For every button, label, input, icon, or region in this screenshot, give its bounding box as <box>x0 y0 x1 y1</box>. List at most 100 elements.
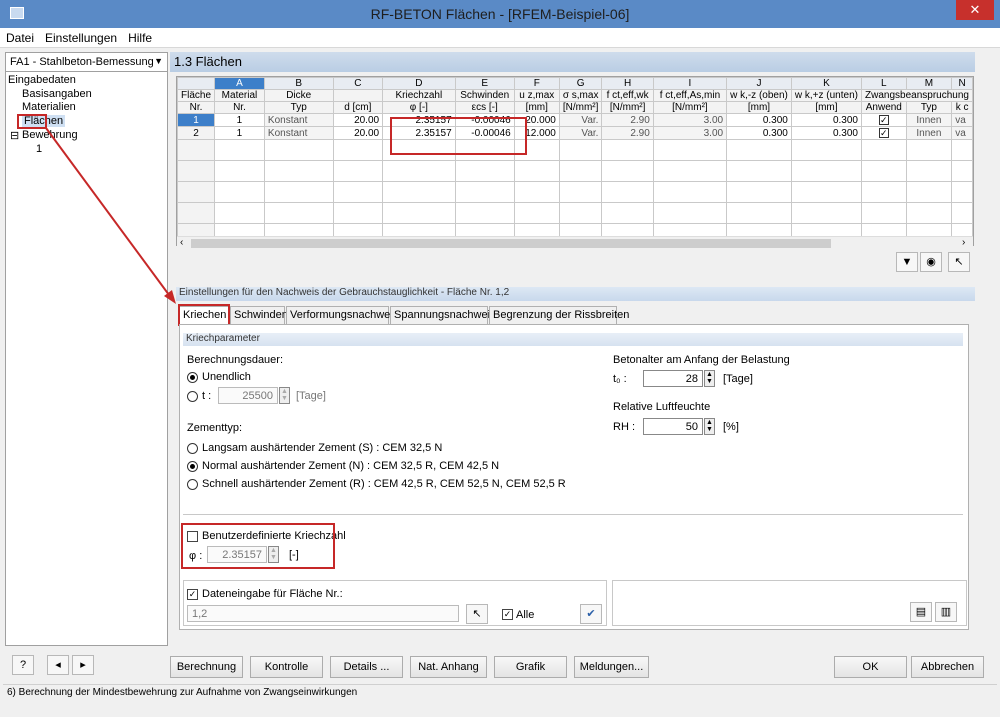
table-cell[interactable]: 2.90 <box>601 126 654 140</box>
table-row[interactable]: 2 1 Konstant 20.00 2.35157 -0.00046 12.0… <box>177 126 973 140</box>
abbrechen-button[interactable]: Abbrechen <box>911 656 984 678</box>
checkbox-cell[interactable]: ✓ <box>860 126 907 140</box>
table-cell[interactable]: Var. <box>558 126 603 140</box>
col-letter[interactable]: J <box>726 77 792 90</box>
anwend-checkbox[interactable]: ✓ <box>878 114 889 125</box>
col-letter[interactable]: K <box>790 77 862 90</box>
col-letter[interactable]: D <box>382 77 456 90</box>
radio-zement-s[interactable] <box>187 443 198 454</box>
horizontal-scrollbar[interactable]: ‹ › <box>177 236 973 249</box>
header-cell: Anwend <box>860 101 907 114</box>
next-icon[interactable]: ▸ <box>72 655 94 675</box>
tree-item-bewehrung[interactable]: Bewehrung <box>22 129 78 141</box>
radio-zement-n[interactable] <box>187 461 198 472</box>
pick-icon[interactable]: ↖ <box>466 604 488 624</box>
tree-item-materialien[interactable]: Materialien <box>22 101 76 113</box>
filter-icon[interactable]: ▼ <box>896 252 918 272</box>
menu-einstellungen[interactable]: Einstellungen <box>39 28 122 45</box>
col-letter[interactable]: E <box>454 77 515 90</box>
scroll-right-icon[interactable]: › <box>962 237 965 248</box>
case-select[interactable]: FA1 - Stahlbeton-Bemessung ▼ <box>6 53 167 72</box>
table-row[interactable]: 1 1 Konstant 20.00 2.35157 -0.00046 20.0… <box>177 113 973 127</box>
details-button[interactable]: Details ... <box>330 656 403 678</box>
table-cell[interactable]: 2.90 <box>601 113 654 127</box>
table-cell[interactable]: 1 <box>214 126 265 140</box>
col-letter[interactable]: C <box>332 77 384 90</box>
import-icon[interactable]: ▤ <box>910 602 932 622</box>
scroll-left-icon[interactable]: ‹ <box>180 237 183 248</box>
tree-item-bewehrung-1[interactable]: 1 <box>36 143 42 155</box>
table-cell[interactable]: 3.00 <box>652 113 728 127</box>
col-letter[interactable]: M <box>905 77 953 90</box>
col-letter[interactable]: F <box>513 77 560 90</box>
table-cell[interactable]: Var. <box>558 113 603 127</box>
tree-root[interactable]: Eingabedaten <box>8 74 76 86</box>
tab-verformungsnachweis[interactable]: Verformungsnachweis <box>286 306 398 324</box>
ok-button[interactable]: OK <box>834 656 907 678</box>
header-cell: [N/mm²] <box>652 101 728 114</box>
t-stepper[interactable]: ▲ ▼ <box>279 387 290 404</box>
table-row-empty <box>177 181 973 203</box>
view-icon[interactable]: ◉ <box>920 252 942 272</box>
apply-check-icon[interactable]: ✔ <box>580 604 602 624</box>
alle-checkbox[interactable]: ✓ <box>502 609 513 620</box>
col-letter[interactable]: G <box>558 77 603 90</box>
col-letter[interactable]: B <box>263 77 334 90</box>
table-cell[interactable]: Konstant <box>263 113 334 127</box>
anwend-checkbox[interactable]: ✓ <box>878 127 889 138</box>
tree-item-basisangaben[interactable]: Basisangaben <box>22 88 92 100</box>
menu-datei[interactable]: Datei <box>0 28 39 45</box>
row-number[interactable]: 1 <box>177 113 216 127</box>
tab-spannungsnachweis[interactable]: Spannungsnachweis <box>390 306 496 324</box>
close-button[interactable]: ✕ <box>956 0 994 20</box>
table-cell[interactable]: Innen <box>905 113 953 127</box>
table-cell[interactable]: va <box>951 126 973 140</box>
table-cell[interactable]: va <box>951 113 973 127</box>
scroll-thumb[interactable] <box>191 239 831 248</box>
table-cell[interactable]: 3.00 <box>652 126 728 140</box>
menu-hilfe[interactable]: Hilfe <box>122 28 157 45</box>
col-letter[interactable]: N <box>951 77 973 90</box>
tab-rissbreiten[interactable]: Begrenzung der Rissbreiten <box>489 306 629 324</box>
table-cell[interactable]: 0.300 <box>726 126 792 140</box>
dateneingabe-checkbox[interactable]: ✓ <box>187 589 198 600</box>
grafik-button[interactable]: Grafik <box>494 656 567 678</box>
help-icon[interactable]: ? <box>12 655 34 675</box>
dateneingabe-label: Dateneingabe für Fläche Nr.: <box>202 588 343 600</box>
table-cell[interactable]: 20.00 <box>332 113 384 127</box>
kontrolle-button[interactable]: Kontrolle <box>250 656 323 678</box>
t0-input[interactable]: 28 <box>643 370 703 387</box>
tree-expand-icon[interactable]: ⊟ <box>10 129 19 142</box>
row-number[interactable]: 2 <box>177 126 216 140</box>
flaeche-nr-input[interactable]: 1,2 <box>187 605 459 622</box>
checkbox-cell[interactable]: ✓ <box>860 113 907 127</box>
rh-stepper[interactable]: ▲ ▼ <box>704 418 715 435</box>
table-cell[interactable]: 0.300 <box>726 113 792 127</box>
rh-input[interactable]: 50 <box>643 418 703 435</box>
table-cell[interactable]: Konstant <box>263 126 334 140</box>
radio-zement-r[interactable] <box>187 479 198 490</box>
t0-stepper[interactable]: ▲ ▼ <box>704 370 715 387</box>
meldungen-button[interactable]: Meldungen... <box>574 656 649 678</box>
radio-unendlich[interactable] <box>187 372 198 383</box>
col-letter[interactable]: A <box>214 77 265 90</box>
table-cell[interactable]: 1 <box>214 113 265 127</box>
berechnung-button[interactable]: Berechnung <box>170 656 243 678</box>
header-cell: d [cm] <box>332 101 384 114</box>
prev-icon[interactable]: ◂ <box>47 655 69 675</box>
tab-schwinden[interactable]: Schwinden <box>230 306 288 324</box>
radio-t[interactable] <box>187 391 198 402</box>
select-icon[interactable]: ↖ <box>948 252 970 272</box>
table-cell[interactable]: Innen <box>905 126 953 140</box>
table-cell[interactable]: 20.00 <box>332 126 384 140</box>
export-icon[interactable]: ▥ <box>935 602 957 622</box>
header-cell: Material <box>214 89 265 102</box>
col-letter[interactable]: I <box>652 77 728 90</box>
table-cell[interactable]: 0.300 <box>790 113 862 127</box>
nat-anhang-button[interactable]: Nat. Anhang <box>410 656 487 678</box>
t-input[interactable]: 25500 <box>218 387 278 404</box>
col-letter[interactable]: H <box>601 77 654 90</box>
header-cell: w k,-z (oben) <box>726 89 792 102</box>
col-letter[interactable]: L <box>860 77 907 90</box>
table-cell[interactable]: 0.300 <box>790 126 862 140</box>
